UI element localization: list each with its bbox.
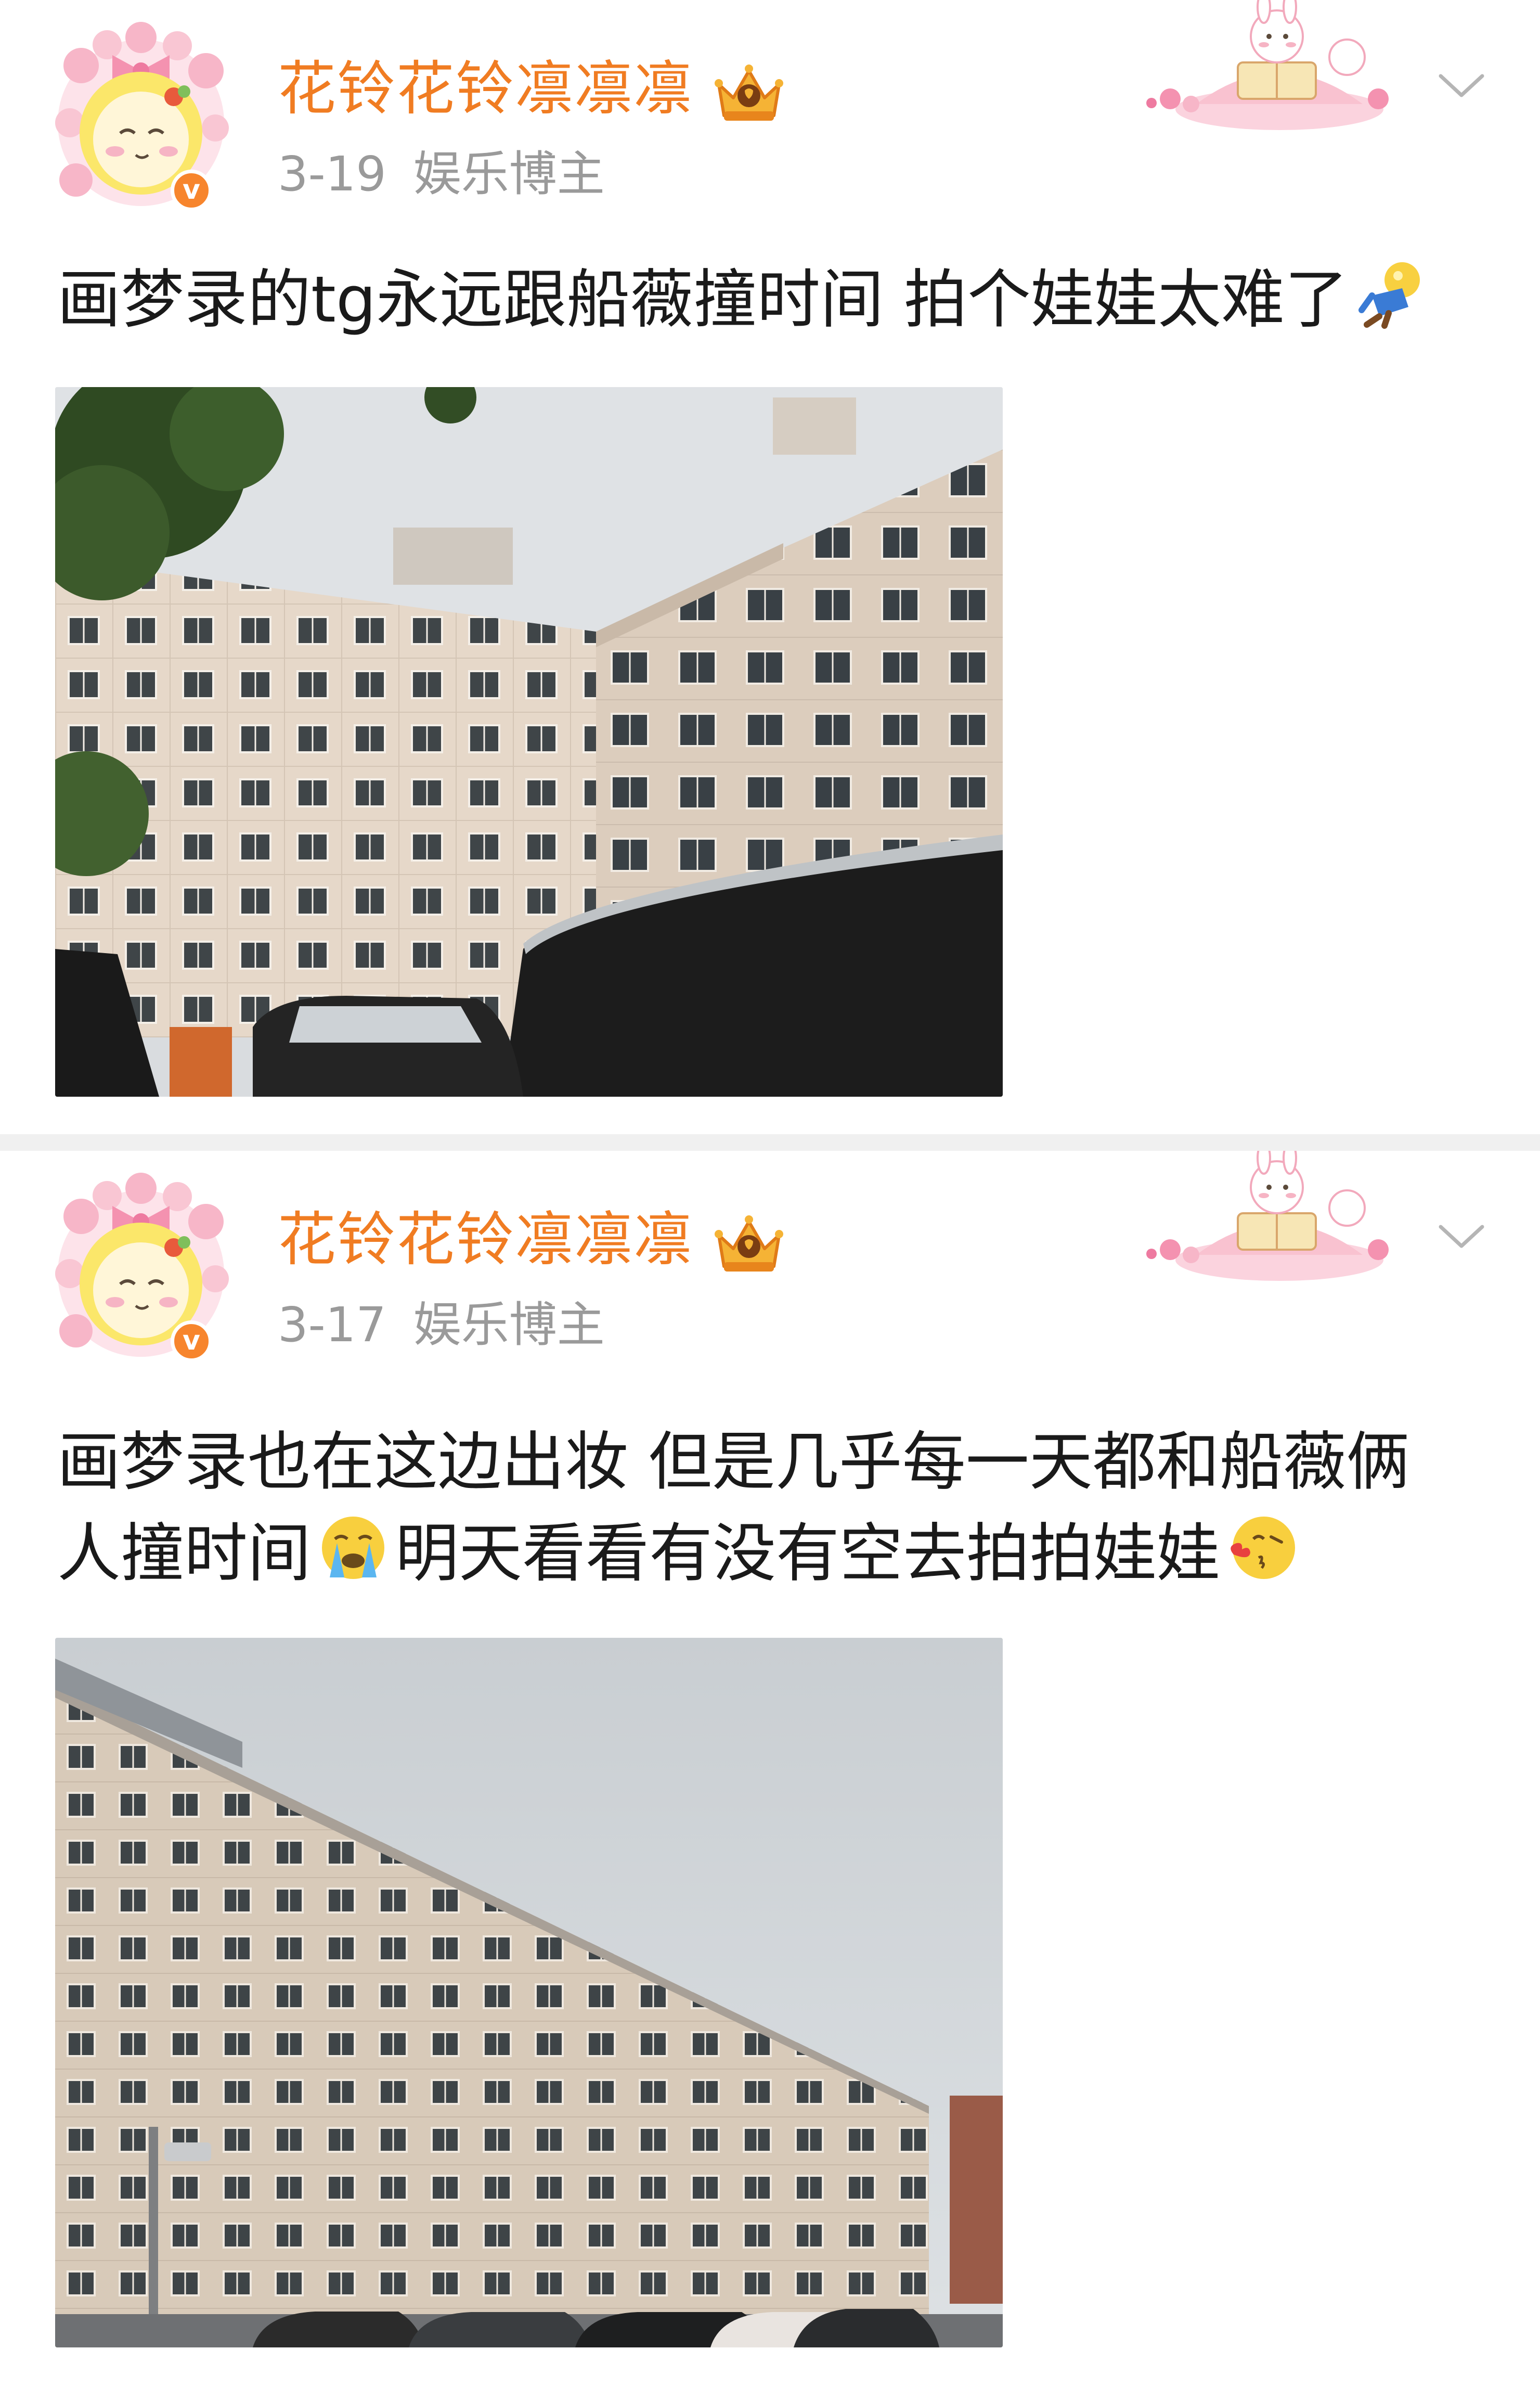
weibo-post: v 花铃花铃凛凛凛 3-17 娱乐博主 画梦录也在这边出妆 但是几乎每一天都和船…	[0, 1141, 1540, 2388]
post-source: 娱乐博主	[413, 146, 605, 202]
post-date: 3-19	[278, 146, 386, 202]
avatar[interactable]: v	[50, 1170, 237, 1367]
post-meta: 3-17 娱乐博主	[278, 1299, 605, 1351]
post-meta: 3-19 娱乐博主	[278, 148, 605, 200]
post-image[interactable]	[55, 387, 1003, 1097]
post-date: 3-17	[278, 1297, 386, 1353]
post-source: 娱乐博主	[413, 1297, 605, 1353]
more-chevron-icon[interactable]	[1435, 67, 1487, 103]
author-name[interactable]: 花铃花铃凛凛凛	[278, 57, 693, 121]
post-text-line: 人撞时间 明天看看有没有空去拍拍娃娃	[57, 1508, 1493, 1599]
crown-icon[interactable]	[714, 1214, 784, 1276]
post-text-line: 画梦录也在这边出妆 但是几乎每一天都和船薇俩	[57, 1425, 1410, 1499]
weibo-post: v 花铃花铃凛凛凛 3-19 娱乐博主 画梦录的tg永远跟船薇撞时间 拍个娃娃太…	[0, 0, 1540, 1134]
post-text-segment: 人撞时间	[57, 1517, 311, 1590]
post-divider	[0, 1134, 1540, 1151]
crown-icon[interactable]	[714, 63, 784, 125]
avatar[interactable]: v	[50, 19, 237, 216]
author-name[interactable]: 花铃花铃凛凛凛	[278, 1208, 693, 1272]
card-decoration	[1139, 1141, 1409, 1287]
post-image[interactable]	[55, 1638, 1003, 2347]
crying-emoji-icon	[314, 1513, 392, 1583]
post-text-segment: 明天看看有没有空去拍拍娃娃	[395, 1517, 1220, 1590]
doll-emoji-icon	[1351, 259, 1429, 329]
more-chevron-icon[interactable]	[1435, 1217, 1487, 1254]
verified-badge: v	[171, 1320, 212, 1362]
kiss-emoji-icon	[1223, 1513, 1301, 1583]
post-text: 画梦录也在这边出妆 但是几乎每一天都和船薇俩 人撞时间 明天看看有没有空去拍拍娃…	[57, 1416, 1493, 1599]
card-decoration	[1139, 0, 1409, 136]
post-text-line: 画梦录的tg永远跟船薇撞时间 拍个娃娃太难了	[57, 263, 1349, 337]
post-text: 画梦录的tg永远跟船薇撞时间 拍个娃娃太难了	[57, 254, 1493, 345]
verified-badge: v	[171, 170, 212, 211]
